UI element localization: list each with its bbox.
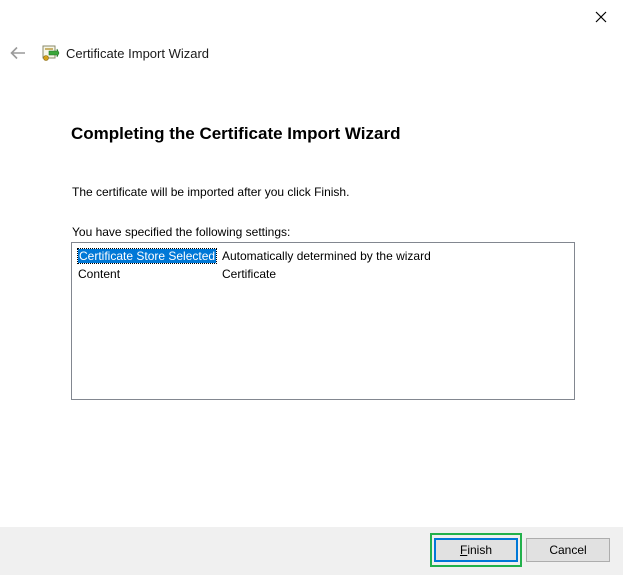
close-icon (595, 11, 607, 23)
settings-value: Certificate (222, 267, 277, 281)
finish-mnemonic: F (459, 543, 468, 557)
finish-button[interactable]: Finish (434, 538, 518, 562)
settings-key-text: Certificate Store Selected (76, 248, 218, 264)
wizard-header: Certificate Import Wizard (6, 40, 209, 66)
settings-list[interactable]: Certificate Store Selected Automatically… (71, 242, 575, 400)
settings-key: Certificate Store Selected (72, 248, 222, 264)
page-heading: Completing the Certificate Import Wizard (71, 124, 401, 143)
finish-label: inish (467, 543, 493, 557)
settings-row[interactable]: Certificate Store Selected Automatically… (72, 247, 574, 265)
close-button[interactable] (589, 6, 613, 28)
certificate-import-wizard-window: Certificate Import Wizard Completing the… (0, 0, 623, 575)
page-description: The certificate will be imported after y… (72, 185, 350, 199)
settings-key: Content (72, 267, 222, 281)
settings-label: You have specified the following setting… (72, 225, 291, 239)
window-title: Certificate Import Wizard (66, 45, 210, 61)
wizard-footer: Finish Cancel (0, 527, 623, 575)
back-button[interactable] (6, 41, 30, 65)
back-arrow-icon (10, 46, 25, 60)
certificate-wizard-icon (40, 43, 60, 63)
settings-row[interactable]: Content Certificate (72, 265, 574, 283)
cancel-button[interactable]: Cancel (526, 538, 610, 562)
settings-key-text: Content (78, 267, 121, 281)
settings-value: Automatically determined by the wizard (222, 249, 431, 263)
